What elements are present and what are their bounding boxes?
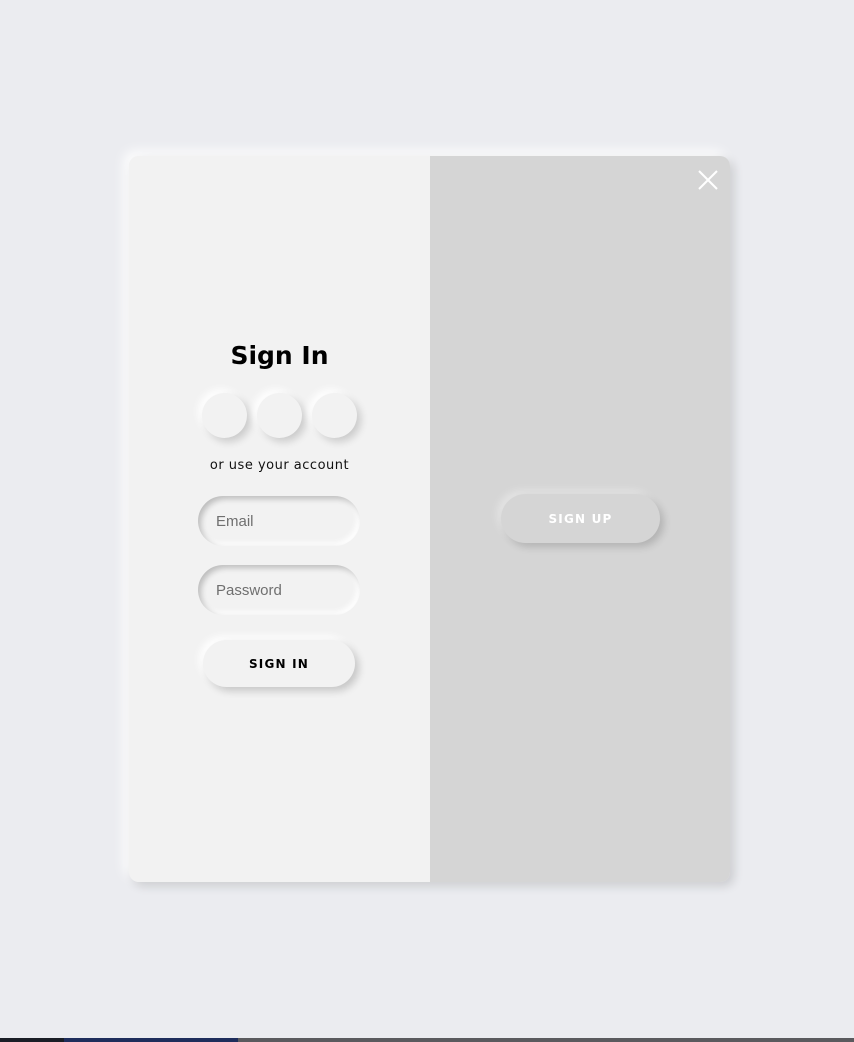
- signup-button[interactable]: SIGN UP: [501, 494, 660, 543]
- signin-button[interactable]: SIGN IN: [203, 640, 355, 687]
- close-icon[interactable]: [696, 168, 720, 192]
- signin-panel: Sign In or use your account SIGN IN: [129, 156, 430, 882]
- taskbar-start-area: [0, 1038, 64, 1042]
- taskbar-active-item: [64, 1038, 238, 1042]
- signup-overlay-panel: SIGN UP: [430, 156, 730, 882]
- email-field[interactable]: [198, 496, 360, 546]
- password-field[interactable]: [198, 565, 360, 615]
- alt-signin-text: or use your account: [209, 458, 350, 473]
- social-buttons: [202, 393, 357, 438]
- social-button-2[interactable]: [257, 393, 302, 438]
- auth-modal: Sign In or use your account SIGN IN SIGN…: [129, 156, 730, 882]
- signin-title: Sign In: [230, 341, 329, 370]
- social-button-3[interactable]: [312, 393, 357, 438]
- social-button-1[interactable]: [202, 393, 247, 438]
